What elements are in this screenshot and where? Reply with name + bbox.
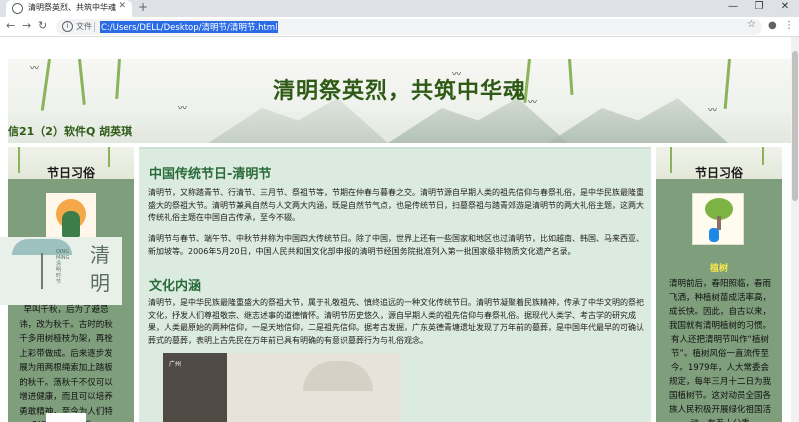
reload-icon[interactable]: ↻ [38, 19, 47, 32]
right-sidebar-heading: 节日习俗 [694, 166, 743, 179]
paragraph-festivals: 清明节与春节、端午节、中秋节并称为中国四大传统节日。除了中国，世界上还有一些国家… [148, 234, 644, 256]
main-top-border [139, 147, 651, 149]
menu-icon[interactable]: ⋮ [784, 20, 794, 31]
bookmark-star-icon[interactable]: ☆ [747, 19, 756, 30]
left-sidebar-image-placeholder [46, 413, 86, 422]
section-title-festival: 中国传统节日-清明节 [149, 167, 272, 182]
willow-decoration [762, 147, 764, 165]
restore-icon[interactable]: ❐ [746, 1, 772, 12]
kite-child-image [46, 193, 96, 243]
scrollbar-thumb[interactable] [792, 51, 798, 201]
article-photo: 广州 [163, 353, 401, 422]
close-window-icon[interactable]: ✕ [772, 1, 798, 12]
tree-planting-image [692, 193, 744, 245]
child-figure [62, 211, 80, 237]
main-content: 中国传统节日-清明节 清明节，又称踏青节、行清节、三月节、祭祖节等，节期在仲春与… [139, 147, 651, 422]
photo-lantern [303, 361, 373, 391]
author-line: 信21（2）软件Q 胡英琪 [8, 125, 133, 138]
info-icon[interactable]: i [62, 21, 73, 32]
right-sidebar-text: 清明前后，春阳照临，春雨飞洒，种植树苗成活率高，成长快。因此，自古以来，我国就有… [668, 279, 771, 422]
minimize-icon[interactable]: — [720, 1, 746, 12]
forward-icon[interactable]: → [22, 19, 31, 32]
back-icon[interactable]: ← [6, 19, 15, 32]
new-tab-icon[interactable]: + [138, 0, 148, 14]
left-sidebar-text: 早叫千秋，后为了避忌讳，改为秋千。古时的秋千多用树桠枝为架，再栓上彩带做成。后来… [19, 305, 113, 422]
scheme-label: 文件 [76, 22, 92, 31]
paragraph-culture: 清明节，是中华民族最隆重盛大的祭祖大节，属于礼敬祖先、慎终追远的一种文化传统节日… [148, 298, 644, 345]
umbrella-handle [41, 253, 43, 289]
qingming-poster-image: QING MING 清明时节 清明 [0, 237, 122, 305]
profile-icon[interactable]: ● [768, 20, 777, 31]
browser-toolbar: ← → ↻ i 文件 C:/Users/DELL/Desktop/清明节/清明节… [0, 17, 799, 37]
address-bar[interactable]: i 文件 C:/Users/DELL/Desktop/清明节/清明节.html … [56, 19, 762, 35]
right-sidebar-header: 节日习俗 [656, 147, 782, 179]
tree-trunk [717, 216, 721, 230]
omnibox-divider [94, 22, 95, 32]
globe-icon [12, 3, 23, 14]
poster-small-text: QING MING 清明时节 [56, 249, 70, 285]
poster-calligraphy: 清明 [90, 243, 110, 295]
right-sidebar: 节日习俗 植树 清明前后，春阳照临，春雨飞洒，种植树苗成活率高，成长快。因此，自… [656, 147, 782, 422]
tab-title: 清明祭英烈、共筑中华魂 [28, 3, 116, 12]
browser-tab[interactable]: 清明祭英烈、共筑中华魂 ✕ [6, 0, 132, 17]
tab-strip: 清明祭英烈、共筑中华魂 ✕ + — ❐ ✕ [0, 0, 799, 17]
left-sidebar-header: 节日习俗 [8, 147, 134, 179]
child-figure [709, 228, 719, 242]
url-text[interactable]: C:/Users/DELL/Desktop/清明节/清明节.html [100, 21, 279, 33]
tab-close-icon[interactable]: ✕ [118, 1, 126, 11]
web-page: 〰 〰 〰 〰 〰 清明祭英烈，共筑中华魂 信21（2）软件Q 胡英琪 节日习俗… [0, 37, 791, 422]
page-scrollbar[interactable] [791, 37, 799, 422]
right-sidebar-subheading: 植树 [709, 264, 728, 274]
page-title: 清明祭英烈，共筑中华魂 [272, 79, 526, 104]
photo-caption: 广州 [169, 361, 182, 368]
section-title-culture: 文化内涵 [149, 279, 202, 294]
left-sidebar-heading: 节日习俗 [46, 166, 95, 179]
paragraph-intro: 清明节，又称踏青节、行清节、三月节、祭祖节等，节期在仲春与暮春之交。清明节源自早… [148, 188, 644, 223]
header-banner: 〰 〰 〰 〰 〰 清明祭英烈，共筑中华魂 信21（2）软件Q 胡英琪 [8, 59, 791, 143]
